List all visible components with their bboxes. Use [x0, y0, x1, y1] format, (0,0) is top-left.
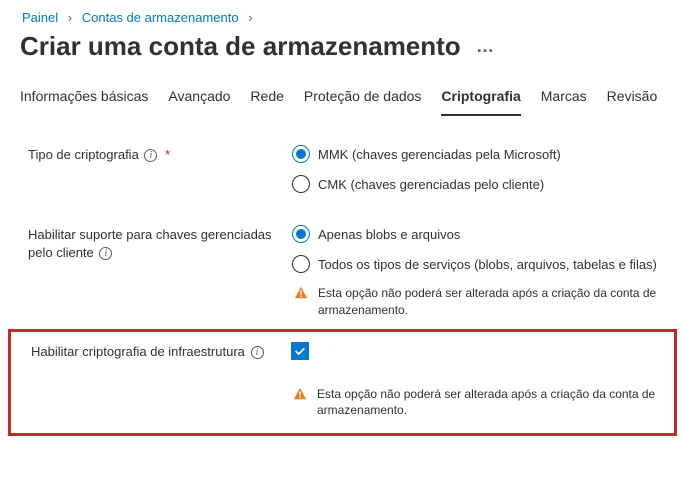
tab-revisao[interactable]: Revisão [607, 82, 658, 116]
warning-infra-encryption: Esta opção não poderá ser alterada após … [291, 386, 666, 420]
label-infra-encryption: Habilitar criptografia de infraestrutura… [31, 342, 291, 361]
label-text: Habilitar suporte para chaves gerenciada… [28, 227, 272, 260]
required-indicator: * [165, 147, 170, 162]
tab-avancado[interactable]: Avançado [168, 82, 230, 116]
radio-mmk-label: MMK (chaves gerenciadas pela Microsoft) [318, 147, 561, 162]
info-icon[interactable]: i [144, 149, 157, 162]
radio-all-services-label: Todos os tipos de serviços (blobs, arqui… [318, 257, 657, 272]
row-cmk-support: Habilitar suporte para chaves gerenciada… [20, 225, 665, 319]
radio-all-services-row: Todos os tipos de serviços (blobs, arqui… [292, 255, 665, 273]
check-icon [293, 344, 307, 358]
control-infra-encryption: Esta opção não poderá ser alterada após … [291, 342, 666, 420]
radio-mmk[interactable] [292, 145, 310, 163]
radio-blobs-files[interactable] [292, 225, 310, 243]
control-cmk-support: Apenas blobs e arquivos Todos os tipos d… [292, 225, 665, 319]
info-icon[interactable]: i [251, 346, 264, 359]
breadcrumb-link-painel[interactable]: Painel [22, 10, 58, 25]
label-text: Habilitar criptografia de infraestrutura [31, 344, 245, 359]
radio-cmk[interactable] [292, 175, 310, 193]
tab-protecao-dados[interactable]: Proteção de dados [304, 82, 422, 116]
radio-cmk-label: CMK (chaves gerenciadas pelo cliente) [318, 177, 544, 192]
label-text: Tipo de criptografia [28, 147, 139, 162]
more-icon[interactable]: … [476, 36, 496, 56]
row-infra-encryption: Habilitar criptografia de infraestrutura… [19, 342, 666, 420]
tab-rede[interactable]: Rede [250, 82, 283, 116]
radio-mmk-row: MMK (chaves gerenciadas pela Microsoft) [292, 145, 665, 163]
page-title: Criar uma conta de armazenamento … [20, 31, 665, 62]
control-encryption-type: MMK (chaves gerenciadas pela Microsoft) … [292, 145, 665, 193]
warning-cmk-support: Esta opção não poderá ser alterada após … [292, 285, 665, 319]
highlight-infra-encryption: Habilitar criptografia de infraestrutura… [8, 329, 677, 437]
breadcrumb: Painel › Contas de armazenamento › [20, 10, 665, 25]
warning-icon [294, 286, 308, 300]
checkbox-row [291, 342, 666, 360]
radio-all-services[interactable] [292, 255, 310, 273]
warning-icon [293, 387, 307, 401]
label-cmk-support: Habilitar suporte para chaves gerenciada… [28, 225, 292, 262]
info-icon[interactable]: i [99, 247, 112, 260]
tab-criptografia[interactable]: Criptografia [441, 82, 520, 116]
page-title-text: Criar uma conta de armazenamento [20, 31, 461, 61]
tab-marcas[interactable]: Marcas [541, 82, 587, 116]
tabs: Informações básicas Avançado Rede Proteç… [20, 82, 665, 117]
breadcrumb-link-contas[interactable]: Contas de armazenamento [82, 10, 239, 25]
chevron-right-icon: › [68, 10, 72, 25]
radio-cmk-row: CMK (chaves gerenciadas pelo cliente) [292, 175, 665, 193]
radio-blobs-files-label: Apenas blobs e arquivos [318, 227, 460, 242]
chevron-right-icon: › [248, 10, 252, 25]
radio-blobs-files-row: Apenas blobs e arquivos [292, 225, 665, 243]
label-encryption-type: Tipo de criptografia i * [28, 145, 292, 164]
row-encryption-type: Tipo de criptografia i * MMK (chaves ger… [20, 145, 665, 193]
checkbox-infra-encryption[interactable] [291, 342, 309, 360]
tab-informacoes-basicas[interactable]: Informações básicas [20, 82, 148, 116]
warning-text: Esta opção não poderá ser alterada após … [317, 386, 666, 420]
warning-text: Esta opção não poderá ser alterada após … [318, 285, 665, 319]
